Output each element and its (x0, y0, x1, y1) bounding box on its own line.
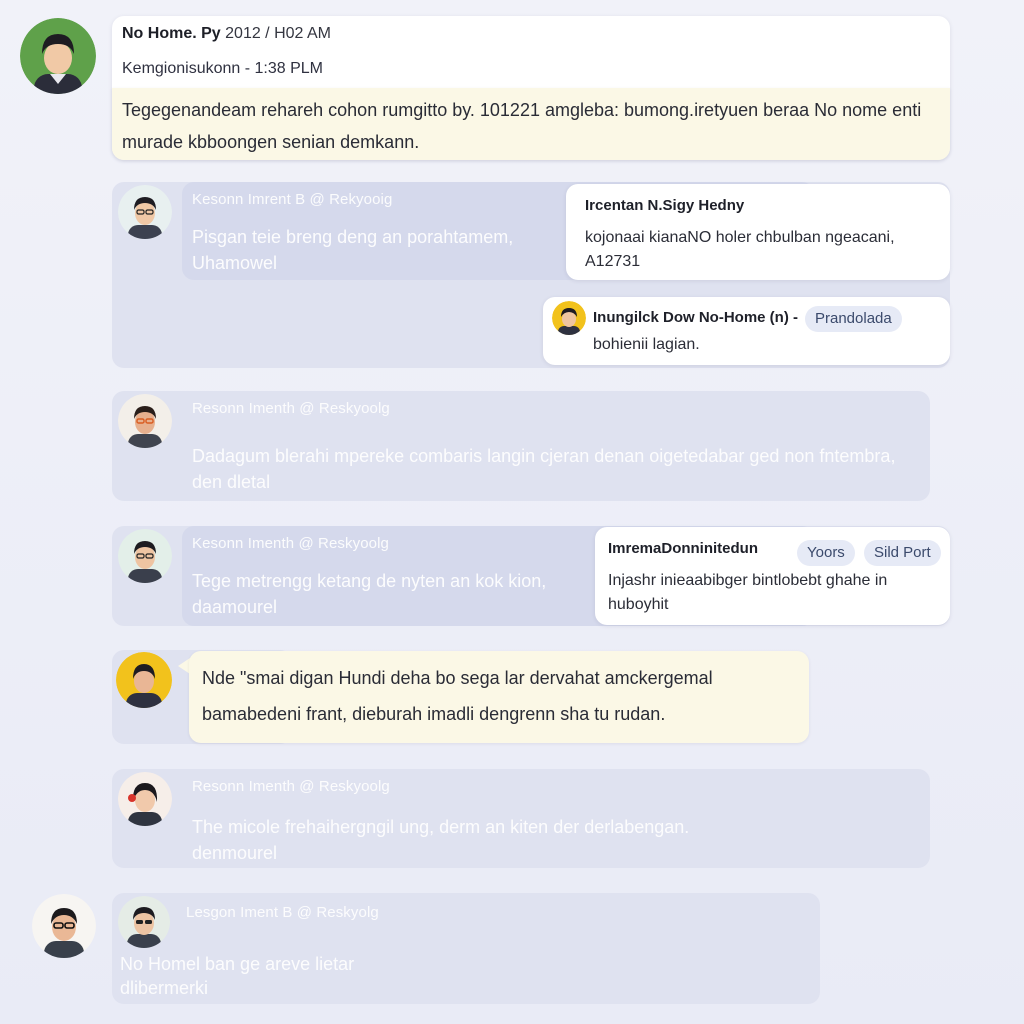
popup-2-tag[interactable]: Prandolada (805, 306, 902, 332)
reply-5-text: No Homel ban ge areve lietar dlibermerki (120, 954, 355, 998)
reply-5-avatar[interactable] (118, 896, 170, 948)
reply-2-avatar[interactable] (118, 394, 172, 448)
highlight-reply-bubble[interactable]: Nde "smai digan Hundi deha bo sega lar d… (189, 651, 809, 743)
reply-3-text: Tege metrengg ketang de nyten an kok kio… (192, 571, 547, 617)
reply-2-text: Dadagum blerahi mpereke combaris langin … (192, 446, 896, 492)
comment-thread-page: No Home. Py 2012 / H02 AM Kemgionisukonn… (0, 0, 1024, 1024)
reply-4-avatar[interactable] (118, 772, 172, 826)
reply-1-avatar[interactable] (118, 185, 172, 239)
main-author-avatar[interactable] (20, 18, 96, 94)
popup-2[interactable]: Inungilck Dow No-Home (n) - Prandolada b… (543, 297, 950, 365)
reply-5-meta: Lesgon Iment B @ Reskyolg (186, 904, 379, 921)
popup-1[interactable]: Ircentan N.Sigy Hedny kojonaai kianaNO h… (566, 184, 950, 280)
reply-1-text: Pisgan teie breng deng an porahtamem, Uh… (192, 227, 514, 273)
reply-3-avatar[interactable] (118, 529, 172, 583)
reply-4-meta: Resonn Imenth @ Reskyoolg (192, 778, 390, 795)
reply-4-text: The micole frehaihergngil ung, derm an k… (192, 817, 690, 863)
popup-3[interactable]: ImremaDonninitedun Yoors Sild Port Injas… (595, 527, 950, 625)
popup-2-avatar (552, 301, 586, 335)
main-post-header: No Home. Py 2012 / H02 AM (122, 25, 331, 47)
main-post-time: 2012 / H02 AM (225, 25, 331, 42)
popup-2-body: bohienii lagian. (593, 336, 700, 353)
main-post-body: Tegegenandeam rehareh cohon rumgitto by.… (122, 100, 922, 152)
popup-3-title: ImremaDonninitedun (608, 540, 759, 557)
popup-3-tag-yours[interactable]: Yoors (797, 540, 855, 566)
main-post-subtitle: Kemgionisukonn - 1:38 PLM (122, 60, 323, 77)
popup-3-tag-sild-port[interactable]: Sild Port (864, 540, 941, 566)
main-post-author[interactable]: No Home. Py (122, 25, 221, 42)
bottom-left-avatar[interactable] (32, 894, 96, 958)
popup-2-title: Inungilck Dow No-Home (n) - (593, 309, 798, 326)
reply-3-meta: Kesonn Imenth @ Reskyoolg (192, 535, 389, 552)
popup-1-body: kojonaai kianaNO holer chbulban ngeacani… (585, 229, 895, 270)
popup-1-title: Ircentan N.Sigy Hedny (585, 197, 745, 214)
highlight-reply-text: Nde "smai digan Hundi deha bo sega lar d… (202, 668, 713, 724)
reply-1-meta: Kesonn Imrent B @ Rekyooig (192, 191, 393, 208)
popup-3-body: Injashr inieaabibger bintlobebt ghahe in… (608, 572, 888, 613)
reply-2-meta: Resonn Imenth @ Reskyoolg (192, 400, 390, 417)
highlight-reply-avatar[interactable] (116, 652, 172, 708)
